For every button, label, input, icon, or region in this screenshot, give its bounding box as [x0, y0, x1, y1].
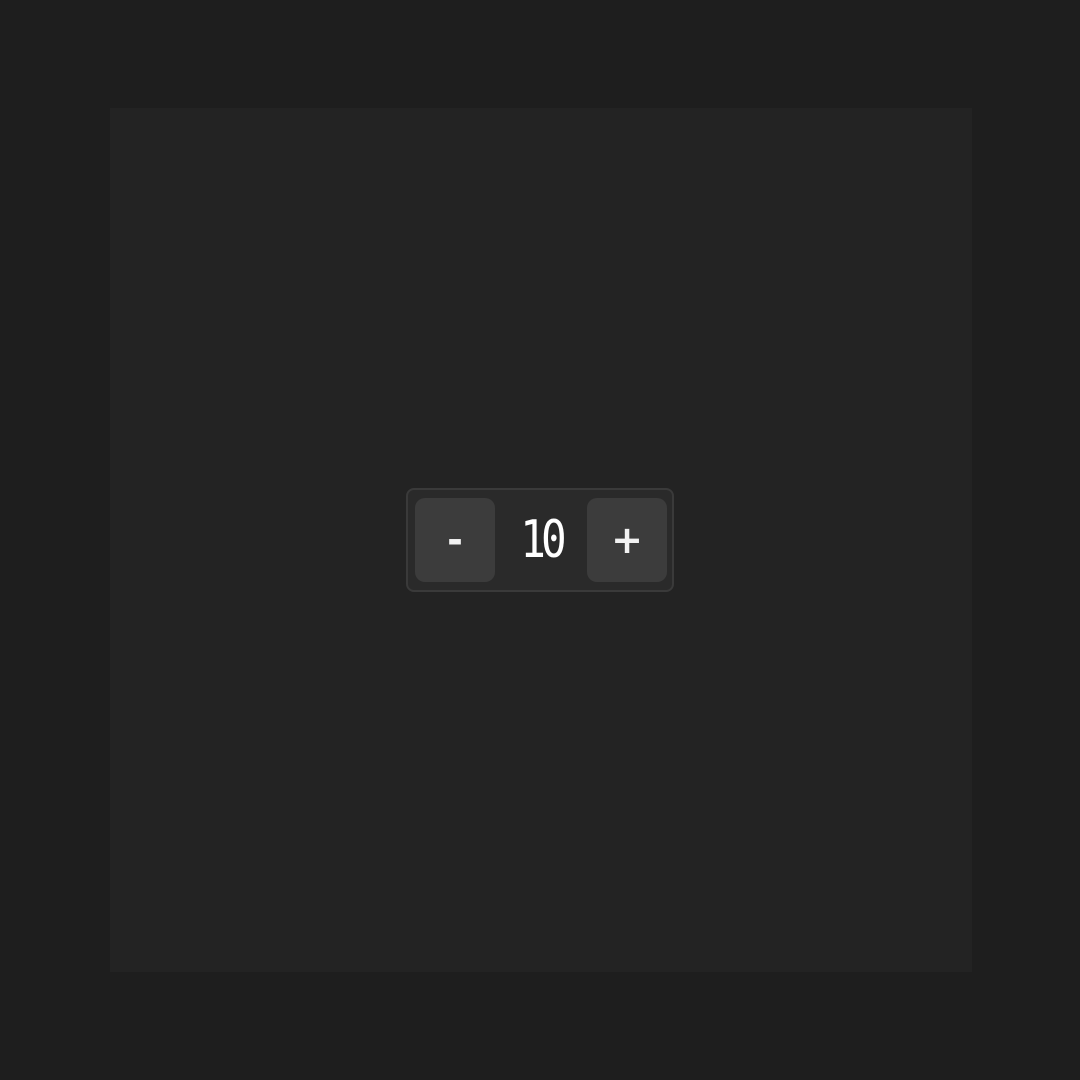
increment-button[interactable]: + [587, 498, 667, 582]
decrement-button[interactable]: - [415, 498, 495, 582]
quantity-stepper: - 10 + [406, 488, 674, 592]
stepper-value: 10 [520, 510, 566, 570]
